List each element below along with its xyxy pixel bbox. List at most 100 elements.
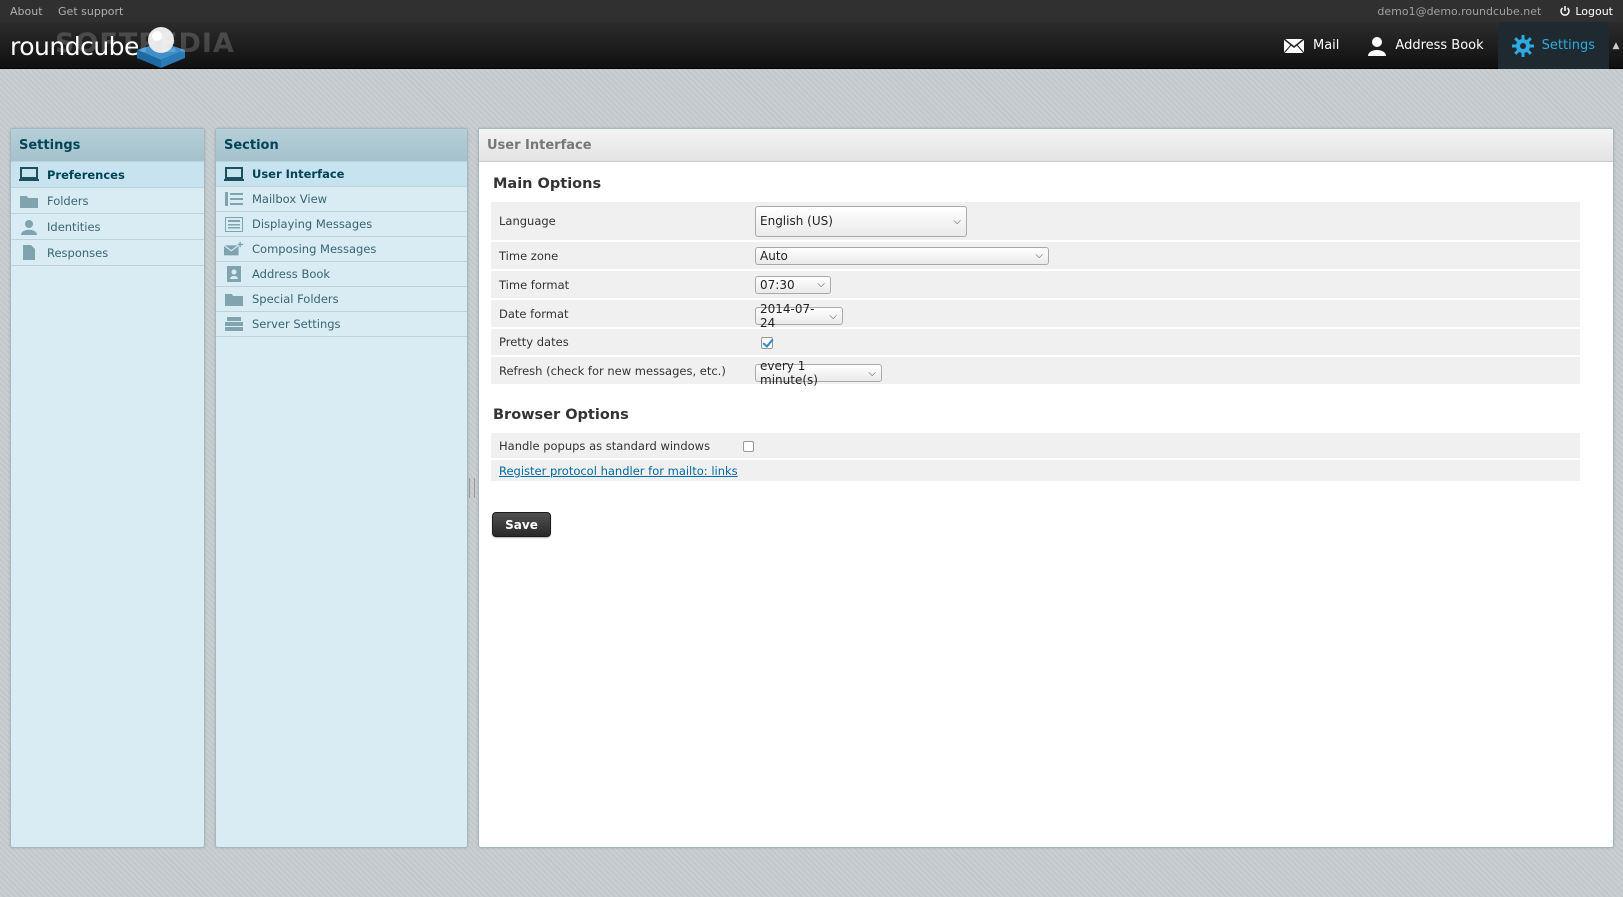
about-link[interactable]: About — [10, 5, 43, 18]
date-format-label: Date format — [499, 306, 569, 321]
section-item-special-folders[interactable]: Special Folders — [216, 287, 467, 312]
popups-row: Handle popups as standard windows — [491, 433, 1580, 458]
refresh-select-value: every 1 minute(s) — [760, 359, 818, 387]
section-item-label: Displaying Messages — [252, 217, 373, 231]
date-format-select-value: 2014-07-24 — [760, 302, 815, 330]
time-format-label: Time format — [499, 277, 570, 292]
top-link-bar: About Get support demo1@demo.roundcube.n… — [0, 0, 1623, 22]
time-format-row: Time format 07:30 ⌵ — [491, 271, 1580, 298]
panel-splitter[interactable] — [469, 478, 475, 498]
message-icon — [224, 216, 244, 232]
chevron-down-icon: ⌵ — [953, 215, 961, 227]
logout-button[interactable]: Logout — [1559, 5, 1613, 18]
time-format-select[interactable]: 07:30 ⌵ — [755, 275, 831, 294]
content-title: User Interface — [479, 129, 1613, 162]
pretty-dates-label: Pretty dates — [499, 335, 569, 349]
section-item-label: Address Book — [252, 267, 331, 281]
date-format-row: Date format 2014-07-24 ⌵ — [491, 300, 1580, 330]
contact-card-icon — [224, 266, 244, 282]
envelope-icon — [1283, 37, 1305, 53]
popups-label: Handle popups as standard windows — [499, 438, 711, 453]
section-item-label: User Interface — [252, 167, 345, 181]
timezone-select[interactable]: Auto ⌵ — [755, 246, 1049, 265]
folder-icon — [224, 291, 244, 307]
pretty-dates-row: Pretty dates — [491, 329, 1580, 355]
nav-menu-arrow-icon[interactable]: ▲ — [1609, 22, 1623, 69]
language-select-value: English (US) — [760, 214, 833, 228]
chevron-down-icon: ⌵ — [829, 310, 837, 322]
settings-item-label: Folders — [47, 193, 89, 208]
user-area: demo1@demo.roundcube.net Logout — [1377, 5, 1613, 18]
chevron-down-icon: ⌵ — [868, 367, 876, 379]
section-item-mailbox-view[interactable]: Mailbox View — [216, 187, 467, 212]
person-icon — [19, 219, 39, 235]
top-links: About Get support — [10, 5, 135, 18]
section-panel-title: Section — [216, 129, 467, 162]
time-format-select-value: 07:30 — [760, 277, 795, 292]
list-icon — [224, 191, 244, 207]
section-item-server-settings[interactable]: Server Settings — [216, 312, 467, 337]
nav-mail-label: Mail — [1313, 38, 1340, 53]
app-header: roundcube SOFTPEDIA Mail Address Book Se… — [0, 22, 1623, 69]
language-select[interactable]: English (US) ⌵ — [755, 205, 967, 237]
browser-options-table: Handle popups as standard windows Regist… — [491, 431, 1580, 483]
monitor-icon — [224, 166, 244, 182]
refresh-select[interactable]: every 1 minute(s) ⌵ — [755, 359, 882, 387]
section-item-label: Composing Messages — [252, 242, 377, 256]
language-label: Language — [499, 214, 556, 228]
folder-icon — [19, 193, 39, 209]
roundcube-logo[interactable]: roundcube SOFTPEDIA — [10, 26, 234, 68]
settings-item-label: Identities — [47, 219, 101, 234]
server-icon — [224, 316, 244, 332]
timezone-row: Time zone Auto ⌵ — [491, 242, 1580, 269]
register-protocol-link[interactable]: Register protocol handler for mailto: li… — [499, 464, 738, 478]
protocol-handler-row: Register protocol handler for mailto: li… — [491, 460, 1580, 481]
main-options-table: Language English (US) ⌵ Time zone Auto ⌵ — [491, 200, 1580, 387]
pretty-dates-checkbox[interactable] — [761, 336, 773, 349]
logout-label: Logout — [1575, 4, 1613, 18]
language-row: Language English (US) ⌵ — [491, 202, 1580, 240]
popups-checkbox[interactable] — [743, 440, 754, 452]
section-item-label: Special Folders — [252, 292, 339, 306]
section-item-displaying-messages[interactable]: Displaying Messages — [216, 212, 467, 237]
nav-settings-label: Settings — [1541, 38, 1595, 53]
browser-options-fieldset: Browser Options Handle popups as standar… — [479, 407, 1613, 483]
nav-address-book[interactable]: Address Book — [1353, 22, 1497, 69]
settings-item-label: Responses — [47, 245, 109, 260]
nav-settings[interactable]: Settings — [1497, 22, 1609, 69]
softpedia-watermark: SOFTPEDIA — [55, 28, 235, 59]
section-item-label: Server Settings — [252, 317, 341, 331]
settings-item-identities[interactable]: Identities — [11, 214, 204, 240]
user-email: demo1@demo.roundcube.net — [1377, 4, 1542, 18]
chevron-down-icon: ⌵ — [1035, 250, 1043, 261]
chevron-down-icon: ⌵ — [817, 279, 825, 290]
refresh-label: Refresh (check for new messages, etc.) — [499, 363, 726, 378]
settings-item-preferences[interactable]: Preferences — [11, 162, 204, 188]
nav-mail[interactable]: Mail — [1269, 22, 1353, 69]
section-item-label: Mailbox View — [252, 192, 328, 206]
document-icon — [19, 245, 39, 261]
nav-address-book-label: Address Book — [1395, 38, 1484, 53]
timezone-select-value: Auto — [760, 248, 788, 263]
main-options-fieldset: Main Options Language English (US) ⌵ Tim… — [479, 176, 1613, 387]
browser-options-legend: Browser Options — [493, 407, 629, 423]
timezone-label: Time zone — [499, 248, 559, 263]
monitor-icon — [19, 167, 39, 183]
person-icon — [1368, 36, 1387, 56]
refresh-row: Refresh (check for new messages, etc.) e… — [491, 357, 1580, 387]
settings-item-responses[interactable]: Responses — [11, 240, 204, 266]
save-button[interactable]: Save — [492, 512, 551, 537]
preferences-content-panel: User Interface Main Options Language Eng… — [478, 128, 1614, 848]
section-item-address-book[interactable]: Address Book — [216, 262, 467, 287]
main-options-legend: Main Options — [493, 176, 602, 192]
settings-panel-title: Settings — [11, 129, 204, 162]
settings-item-label: Preferences — [47, 167, 125, 182]
compose-icon — [224, 241, 244, 257]
settings-item-folders[interactable]: Folders — [11, 188, 204, 214]
support-link[interactable]: Get support — [58, 5, 123, 18]
section-item-composing-messages[interactable]: Composing Messages — [216, 237, 467, 262]
date-format-select[interactable]: 2014-07-24 ⌵ — [755, 302, 843, 330]
section-item-user-interface[interactable]: User Interface — [216, 162, 467, 187]
gear-icon — [1511, 34, 1534, 57]
main-nav: Mail Address Book Settings ▲ — [1269, 22, 1623, 69]
